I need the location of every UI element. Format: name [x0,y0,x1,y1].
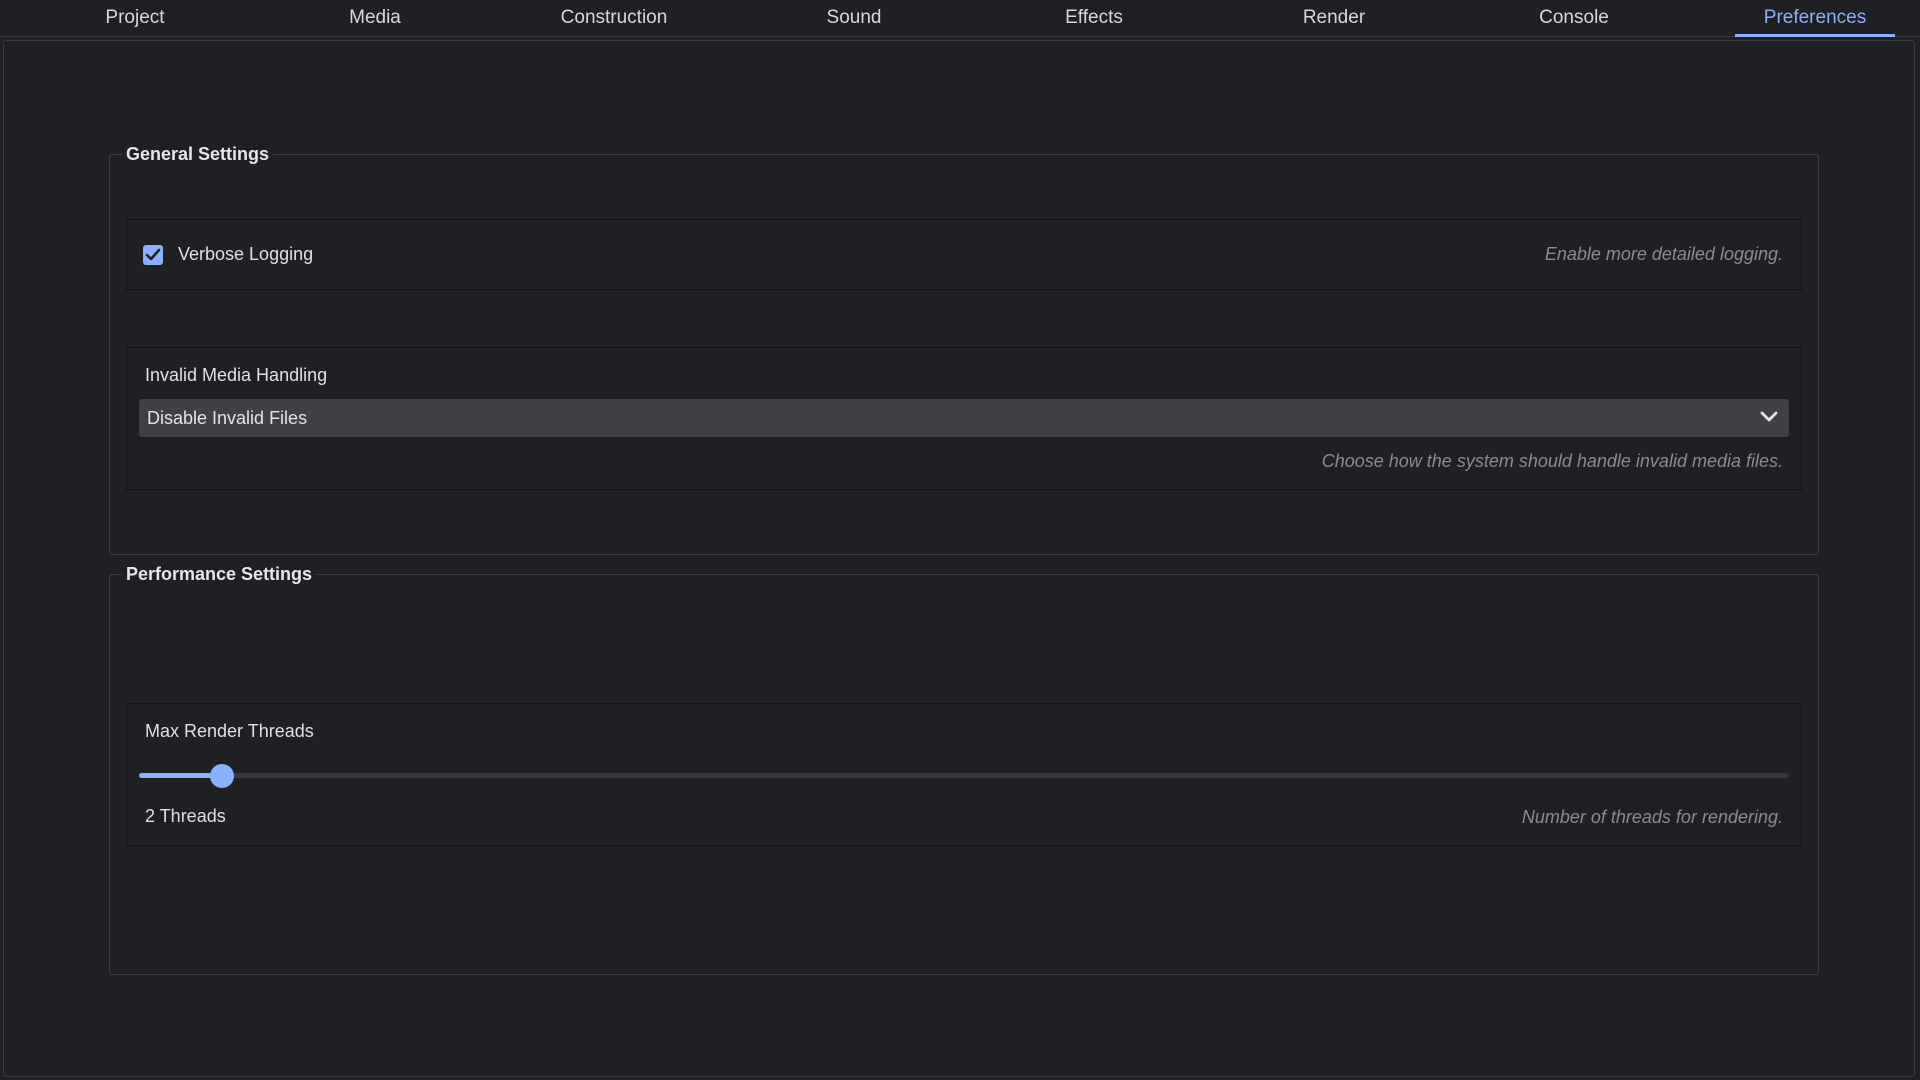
invalid-media-hint: Choose how the system should handle inva… [1322,451,1783,472]
max-render-threads-slider[interactable] [139,773,1789,778]
max-render-threads-hint: Number of threads for rendering. [1522,807,1783,828]
tab-bar: Project Media Construction Sound Effects… [0,0,1920,37]
tab-sound[interactable]: Sound [774,0,934,37]
performance-settings-group: Performance Settings Max Render Threads … [109,574,1819,975]
tab-project[interactable]: Project [55,0,215,37]
tab-construction[interactable]: Construction [534,0,694,37]
slider-thumb[interactable] [210,764,234,788]
tab-effects[interactable]: Effects [1014,0,1174,37]
general-settings-title: General Settings [122,144,273,165]
tab-preferences[interactable]: Preferences [1735,0,1895,37]
invalid-media-select[interactable]: Disable Invalid Files [139,399,1789,437]
tab-console[interactable]: Console [1494,0,1654,37]
checkmark-icon [145,248,161,262]
invalid-media-select-value: Disable Invalid Files [147,408,307,429]
verbose-logging-label[interactable]: Verbose Logging [178,244,313,265]
verbose-logging-checkbox[interactable] [143,245,163,265]
general-settings-group: General Settings Verbose Logging Enable … [109,154,1819,555]
tab-media[interactable]: Media [295,0,455,37]
invalid-media-card: Invalid Media Handling Disable Invalid F… [126,347,1802,490]
verbose-logging-hint: Enable more detailed logging. [1545,244,1783,265]
verbose-logging-card: Verbose Logging Enable more detailed log… [126,219,1802,290]
threads-value-text: 2 Threads [145,806,226,827]
preferences-panel: General Settings Verbose Logging Enable … [3,40,1915,1077]
max-render-threads-card: Max Render Threads 2 Threads Number of t… [126,703,1802,846]
invalid-media-label: Invalid Media Handling [145,365,327,386]
tab-render[interactable]: Render [1254,0,1414,37]
chevron-down-icon [1759,410,1779,424]
performance-settings-title: Performance Settings [122,564,316,585]
max-render-threads-label: Max Render Threads [145,721,314,742]
